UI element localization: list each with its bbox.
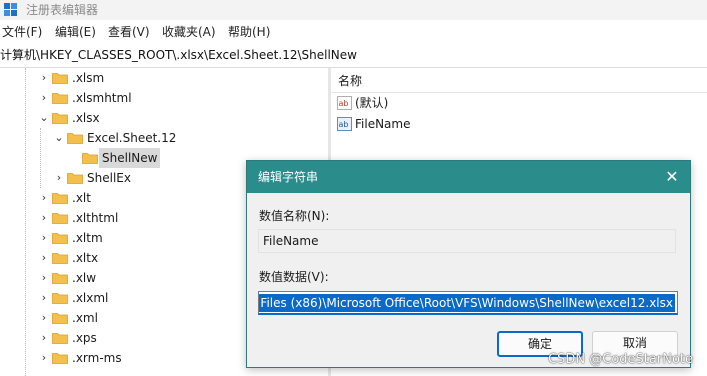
folder-icon bbox=[67, 173, 83, 184]
chevron-right-icon[interactable]: › bbox=[38, 228, 50, 248]
folder-icon bbox=[52, 333, 68, 344]
tree-item[interactable]: › .xlsm bbox=[38, 68, 298, 88]
folder-icon bbox=[52, 253, 68, 264]
tree-item-label: ShellEx bbox=[87, 171, 131, 185]
value-name-label: 数值名称(N): bbox=[259, 209, 330, 223]
watermark: CSDN @CodeStarNote bbox=[548, 352, 693, 367]
tree-item-label: .xlsx bbox=[72, 111, 100, 125]
tree-item[interactable]: › .xlsmhtml bbox=[38, 88, 298, 108]
menu-help[interactable]: 帮助(H) bbox=[228, 24, 270, 40]
tree-item-label: .xlw bbox=[72, 271, 97, 285]
folder-icon bbox=[67, 133, 83, 144]
tree-item-label: .xlsmhtml bbox=[72, 91, 132, 105]
column-header-name[interactable]: 名称 bbox=[338, 72, 362, 89]
tree-guide-line bbox=[25, 68, 26, 376]
chevron-right-icon[interactable]: › bbox=[38, 348, 50, 368]
folder-icon bbox=[82, 153, 98, 164]
tree-item-label: .xlsm bbox=[72, 71, 105, 85]
dialog-title: 编辑字符串 bbox=[258, 170, 319, 184]
tree-item-label: .xps bbox=[72, 331, 97, 345]
dialog-title-bar[interactable]: 编辑字符串 ✕ bbox=[247, 161, 690, 193]
chevron-down-icon[interactable]: ⌄ bbox=[53, 128, 65, 148]
menu-edit[interactable]: 编辑(E) bbox=[55, 24, 96, 40]
value-name: FileName bbox=[355, 117, 411, 131]
column-header-divider bbox=[331, 92, 707, 93]
chevron-right-icon[interactable]: › bbox=[53, 168, 65, 188]
tree-item-label: .xlxml bbox=[72, 291, 109, 305]
tree-item-label: .xltx bbox=[72, 251, 99, 265]
chevron-right-icon[interactable]: › bbox=[38, 248, 50, 268]
value-data-input[interactable]: n Files (x86)\Microsoft Office\Root\VFS\… bbox=[258, 291, 678, 315]
close-icon[interactable]: ✕ bbox=[662, 167, 682, 187]
window-title: 注册表编辑器 bbox=[26, 3, 99, 17]
address-bar[interactable]: 计算机\HKEY_CLASSES_ROOT\.xlsx\Excel.Sheet.… bbox=[0, 43, 707, 68]
chevron-right-icon[interactable]: › bbox=[38, 308, 50, 328]
svg-text:ab: ab bbox=[339, 120, 349, 129]
value-data-text[interactable]: n Files (x86)\Microsoft Office\Root\VFS\… bbox=[259, 294, 675, 312]
folder-icon bbox=[52, 93, 68, 104]
value-name-field: FileName bbox=[258, 229, 676, 253]
tree-item-label: .xlt bbox=[72, 191, 91, 205]
tree-item[interactable]: ⌄ .xlsx bbox=[38, 108, 298, 128]
folder-icon bbox=[52, 313, 68, 324]
tree-item-label: .xrm-ms bbox=[72, 351, 122, 365]
tree-item-label: Excel.Sheet.12 bbox=[87, 131, 177, 145]
menu-view[interactable]: 查看(V) bbox=[108, 24, 150, 40]
folder-icon bbox=[52, 293, 68, 304]
chevron-right-icon[interactable]: › bbox=[38, 208, 50, 228]
folder-icon bbox=[52, 213, 68, 224]
title-bar: 注册表编辑器 bbox=[0, 0, 707, 20]
chevron-right-icon[interactable]: › bbox=[38, 88, 50, 108]
tree-item[interactable]: ⌄ Excel.Sheet.12 bbox=[53, 128, 313, 148]
folder-icon bbox=[52, 193, 68, 204]
folder-icon bbox=[52, 233, 68, 244]
string-value-icon: ab bbox=[337, 96, 352, 110]
folder-icon bbox=[52, 73, 68, 84]
tree-item-label: .xltm bbox=[72, 231, 103, 245]
registry-editor-icon bbox=[4, 3, 17, 16]
menu-favorites[interactable]: 收藏夹(A) bbox=[162, 24, 216, 40]
tree-item-label: ShellNew bbox=[99, 148, 161, 168]
chevron-right-icon[interactable]: › bbox=[38, 328, 50, 348]
binary-value-icon: ab bbox=[337, 117, 352, 131]
chevron-down-icon[interactable]: ⌄ bbox=[38, 108, 50, 128]
chevron-right-icon[interactable]: › bbox=[38, 68, 50, 88]
tree-guide-line bbox=[40, 128, 41, 188]
value-data-label: 数值数据(V): bbox=[259, 270, 329, 284]
menu-file[interactable]: 文件(F) bbox=[2, 24, 42, 40]
value-name: (默认) bbox=[355, 96, 389, 110]
folder-icon bbox=[52, 353, 68, 364]
folder-icon bbox=[52, 113, 68, 124]
tree-item-label: .xml bbox=[72, 311, 98, 325]
address-path[interactable]: 计算机\HKEY_CLASSES_ROOT\.xlsx\Excel.Sheet.… bbox=[0, 47, 357, 63]
edit-string-dialog: 编辑字符串 ✕ 数值名称(N): FileName 数值数据(V): n Fil… bbox=[246, 160, 691, 368]
chevron-right-icon[interactable]: › bbox=[38, 268, 50, 288]
chevron-right-icon[interactable]: › bbox=[38, 188, 50, 208]
folder-icon bbox=[52, 273, 68, 284]
chevron-right-icon[interactable]: › bbox=[38, 288, 50, 308]
tree-item-label: .xlthtml bbox=[72, 211, 119, 225]
no-chevron bbox=[68, 148, 80, 168]
svg-text:ab: ab bbox=[339, 99, 349, 108]
